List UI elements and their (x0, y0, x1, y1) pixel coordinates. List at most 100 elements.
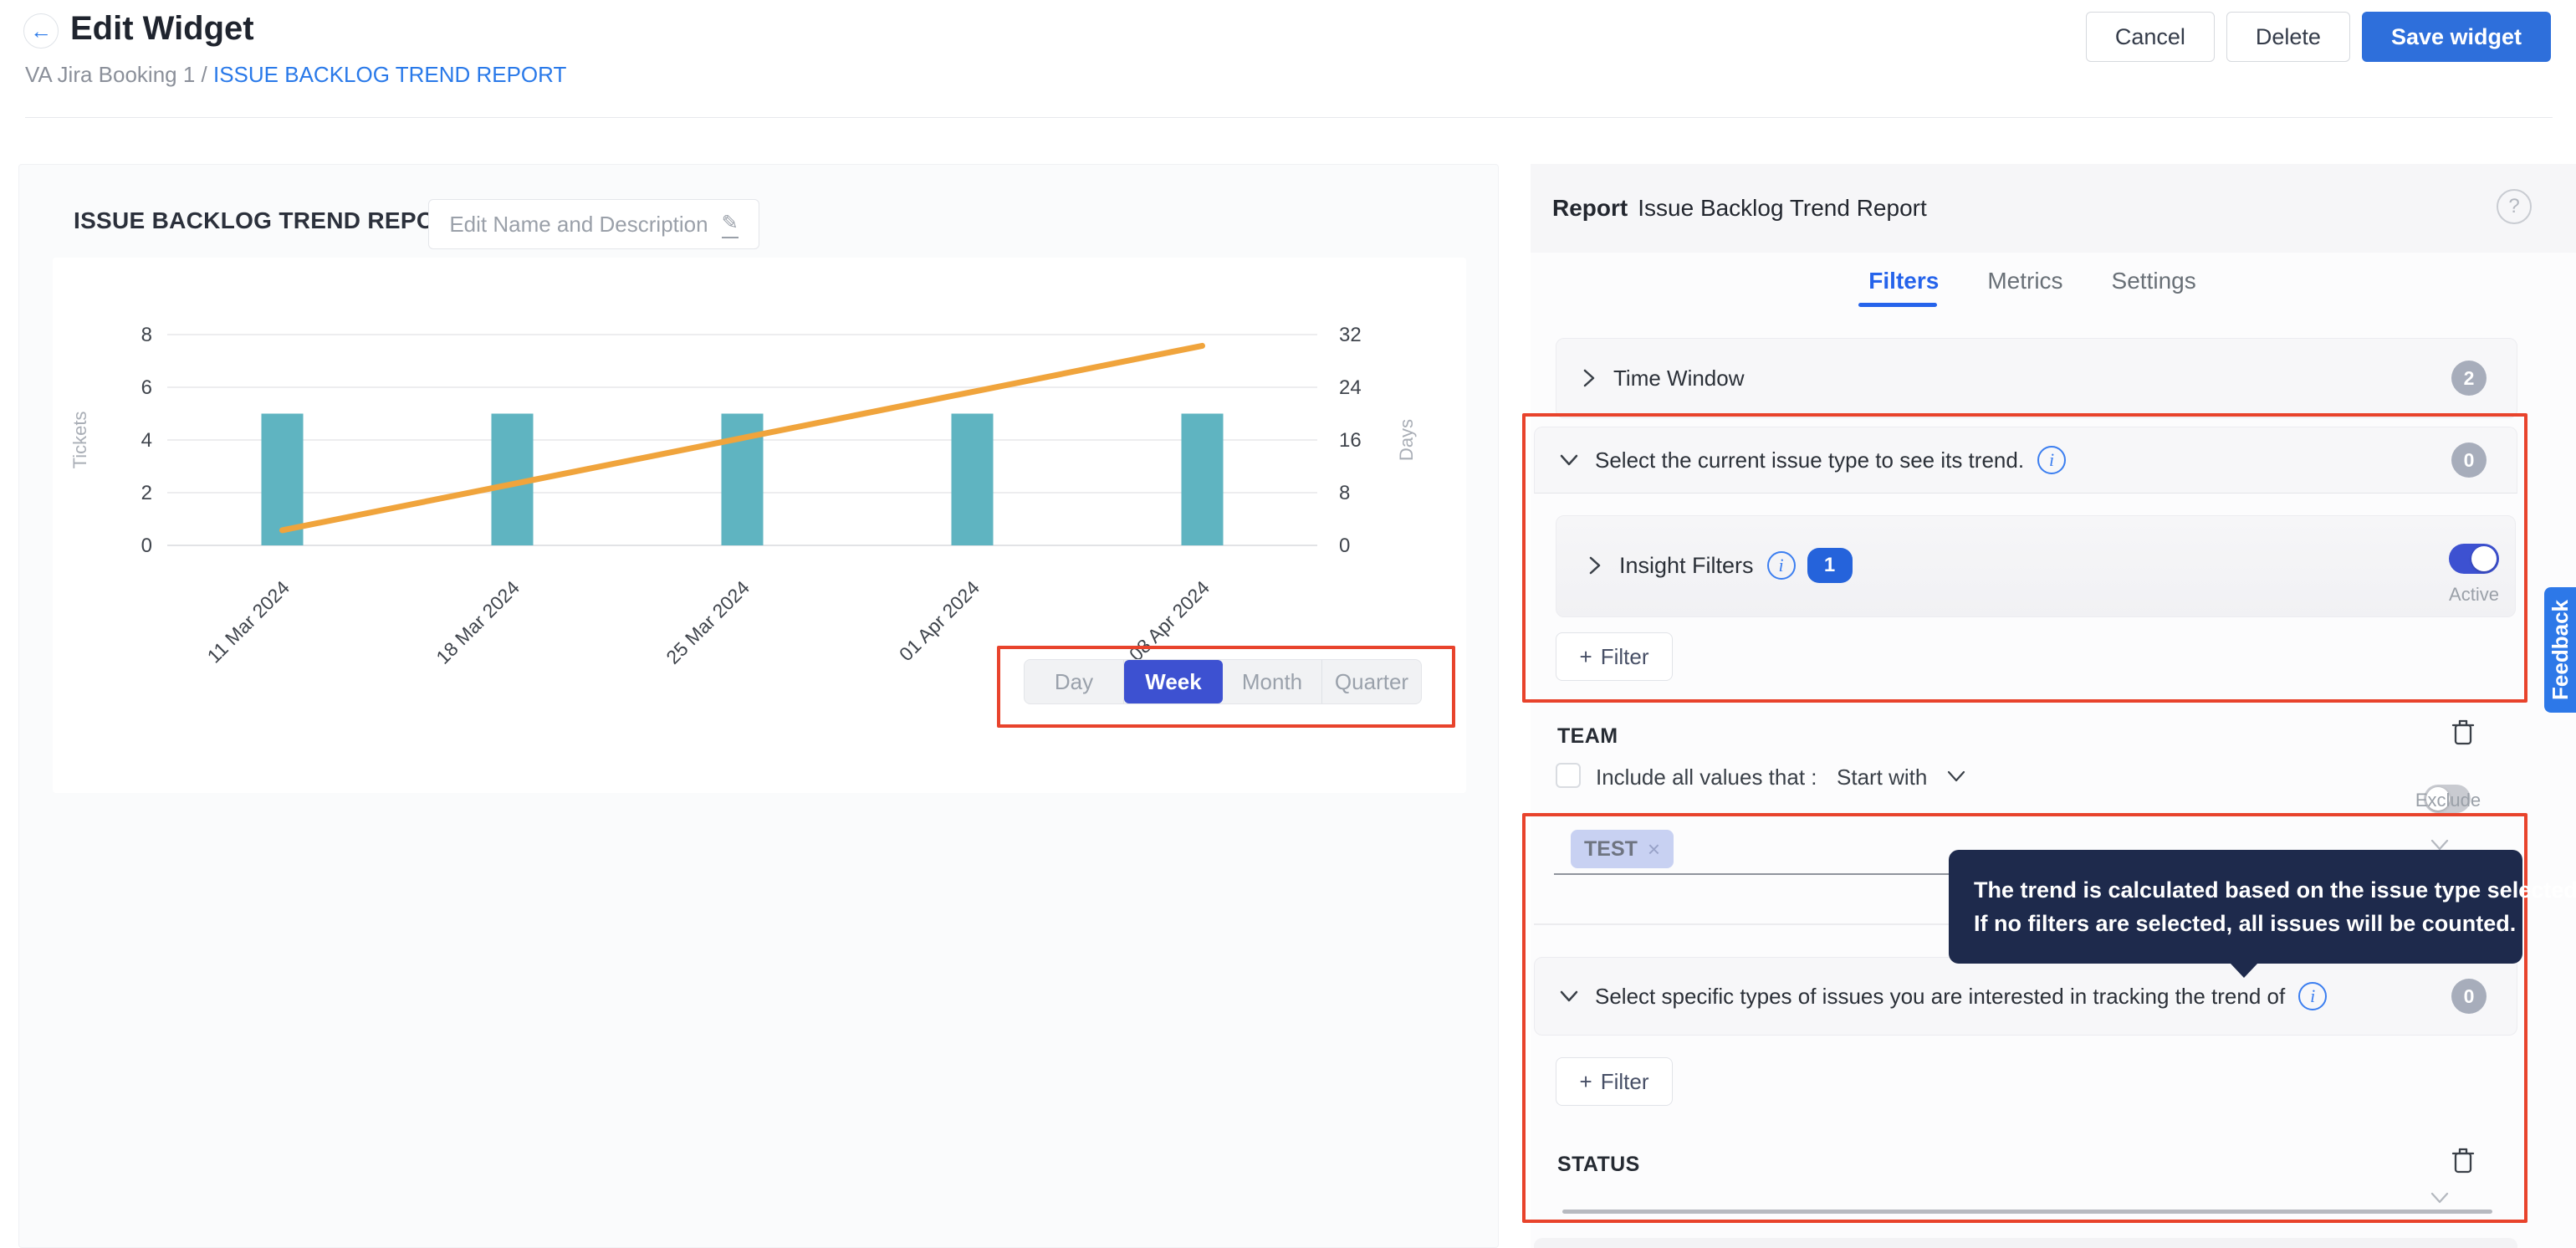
chevron-down-icon[interactable] (1945, 768, 1967, 786)
header-divider (25, 117, 2553, 118)
help-glyph: ? (2508, 195, 2519, 218)
add-filter-label: Filter (1601, 644, 1649, 670)
granularity-quarter[interactable]: Quarter (1322, 660, 1421, 703)
info-glyph: i (2049, 449, 2054, 471)
header-actions: Cancel Delete Save widget (2086, 12, 2551, 62)
section-time-window[interactable]: Time Window 2 (1556, 338, 2517, 418)
chevron-down-icon (1558, 987, 1580, 1005)
chevron-down-icon[interactable] (2429, 1189, 2451, 1208)
edit-name-label: Edit Name and Description (449, 212, 708, 238)
chip-close-icon[interactable]: × (1648, 836, 1660, 862)
current-issue-type-label: Select the current issue type to see its… (1595, 448, 2024, 473)
add-filter-label: Filter (1601, 1069, 1649, 1095)
section-specific-types[interactable]: Select specific types of issues you are … (1534, 957, 2517, 1036)
info-icon[interactable]: i (1767, 551, 1796, 580)
toggle-knob (2471, 546, 2497, 571)
info-icon[interactable]: i (2298, 982, 2327, 1010)
svg-text:01 Apr 2024: 01 Apr 2024 (895, 576, 984, 665)
tab-settings[interactable]: Settings (2112, 268, 2196, 306)
report-label: Report (1552, 195, 1628, 222)
team-value-chip[interactable]: TEST × (1571, 830, 1674, 868)
insight-filters-row: Insight Filters i 1 (1586, 548, 1853, 583)
trash-icon[interactable] (2449, 716, 2477, 748)
chevron-right-icon (1580, 367, 1598, 389)
active-toggle-caption: Active (2432, 584, 2516, 606)
section-current-issue-type[interactable]: Select the current issue type to see its… (1534, 427, 2517, 494)
feedback-tab[interactable]: Feedback (2544, 587, 2576, 713)
specific-types-badge: 0 (2451, 979, 2487, 1014)
plus-icon: + (1580, 644, 1592, 670)
svg-text:25 Mar 2024: 25 Mar 2024 (662, 576, 754, 668)
active-toggle[interactable] (2449, 544, 2499, 574)
panel-header: Report Issue Backlog Trend Report (1531, 164, 2576, 253)
page-title: Edit Widget (70, 10, 254, 48)
edit-name-description-button[interactable]: Edit Name and Description ✎ (428, 199, 759, 249)
add-filter-button[interactable]: + Filter (1556, 1057, 1673, 1106)
insight-filters-badge: 1 (1807, 548, 1853, 583)
svg-text:4: 4 (141, 429, 152, 452)
chevron-down-icon (1558, 451, 1580, 469)
report-settings-panel (1531, 164, 2576, 1248)
svg-text:2: 2 (141, 482, 152, 504)
team-filter-label: TEAM (1557, 724, 1618, 749)
widget-title: ISSUE BACKLOG TREND REPORT (74, 207, 467, 234)
status-input-underline (1562, 1210, 2492, 1214)
svg-text:8: 8 (1339, 482, 1350, 504)
time-window-label: Time Window (1613, 366, 1745, 391)
specific-types-label: Select specific types of issues you are … (1595, 984, 2285, 1010)
svg-text:32: 32 (1339, 324, 1362, 346)
svg-text:8: 8 (141, 324, 152, 346)
granularity-week[interactable]: Week (1124, 660, 1223, 703)
panel-tabs: Filters Metrics Settings (1539, 268, 2526, 306)
help-icon[interactable]: ? (2497, 189, 2532, 224)
tooltip-arrow (2230, 963, 2258, 978)
granularity-day[interactable]: Day (1025, 660, 1124, 703)
svg-text:16: 16 (1339, 429, 1362, 452)
active-tab-underline (1858, 303, 1937, 307)
svg-text:0: 0 (141, 534, 152, 557)
trash-icon[interactable] (2449, 1144, 2477, 1176)
tooltip-line-2: If no filters are selected, all issues w… (1974, 907, 2497, 940)
chevron-right-icon (1586, 555, 1604, 576)
include-all-checkbox[interactable] (1556, 763, 1581, 788)
granularity-segmented-control: Day Week Month Quarter (1024, 659, 1422, 704)
add-filter-button[interactable]: + Filter (1556, 632, 1673, 681)
match-option-select[interactable]: Start with (1837, 765, 1927, 790)
back-arrow-icon: ← (30, 18, 52, 44)
delete-button[interactable]: Delete (2226, 12, 2350, 62)
feedback-label: Feedback (2548, 600, 2573, 700)
breadcrumb-project: VA Jira Booking 1 / (25, 62, 213, 87)
back-button[interactable]: ← (23, 13, 59, 49)
edit-widget-screen: ← Edit Widget VA Jira Booking 1 / ISSUE … (0, 0, 2576, 1248)
tooltip-line-1: The trend is calculated based on the iss… (1974, 873, 2497, 907)
svg-text:Tickets: Tickets (69, 412, 90, 469)
save-widget-button[interactable]: Save widget (2362, 12, 2551, 62)
report-name: Issue Backlog Trend Report (1638, 195, 1927, 222)
exclude-toggle-caption: Exclude (2409, 790, 2487, 811)
info-glyph: i (1779, 555, 1784, 576)
svg-text:08 Apr 2024: 08 Apr 2024 (1125, 576, 1214, 665)
trend-chart: 0246808162432TicketsDays11 Mar 202418 Ma… (53, 258, 1466, 793)
filter-tooltip: The trend is calculated based on the iss… (1949, 850, 2522, 964)
trend-chart-svg: 0246808162432TicketsDays11 Mar 202418 Ma… (53, 258, 1466, 793)
svg-text:0: 0 (1339, 534, 1350, 557)
chip-label: TEST (1584, 837, 1638, 862)
pencil-icon: ✎ (722, 211, 739, 238)
info-glyph: i (2310, 985, 2315, 1007)
cancel-button[interactable]: Cancel (2086, 12, 2215, 62)
tab-metrics[interactable]: Metrics (1987, 268, 2062, 306)
breadcrumb-report-link[interactable]: ISSUE BACKLOG TREND REPORT (213, 62, 566, 87)
svg-text:Days: Days (1396, 419, 1417, 461)
time-window-badge: 2 (2451, 361, 2487, 396)
insight-filters-label: Insight Filters (1619, 553, 1754, 579)
svg-text:18 Mar 2024: 18 Mar 2024 (432, 576, 524, 668)
granularity-month[interactable]: Month (1223, 660, 1322, 703)
next-section-peek (1534, 1238, 2517, 1248)
info-icon[interactable]: i (2037, 446, 2066, 474)
svg-text:24: 24 (1339, 376, 1362, 399)
current-issue-type-badge: 0 (2451, 442, 2487, 478)
svg-text:6: 6 (141, 376, 152, 399)
svg-text:11 Mar 2024: 11 Mar 2024 (203, 576, 294, 667)
tab-filters[interactable]: Filters (1868, 268, 1939, 306)
breadcrumb: VA Jira Booking 1 / ISSUE BACKLOG TREND … (25, 62, 566, 88)
